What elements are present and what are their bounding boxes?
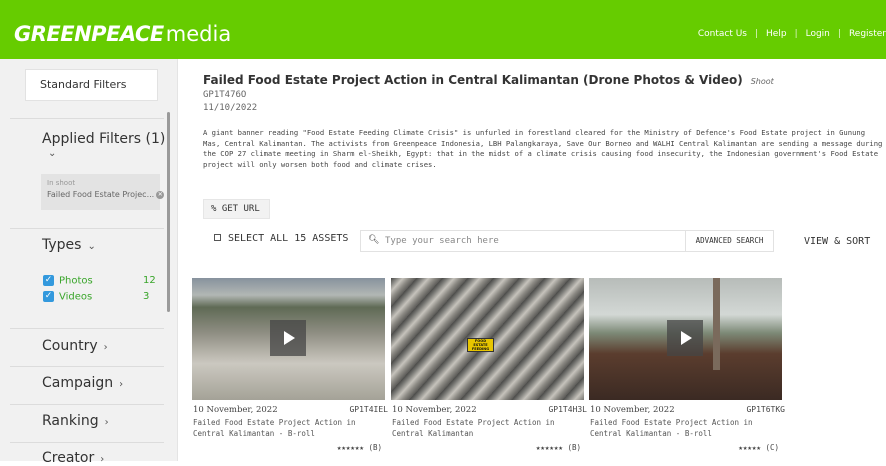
asset-rating: ★★★★★ (C) <box>738 443 779 452</box>
main-content: Failed Food Estate Project Action in Cen… <box>178 59 886 461</box>
country-filter[interactable]: Country › <box>42 338 108 354</box>
asset-thumbnail-video[interactable] <box>589 278 782 400</box>
asset-code: GP1T4H3L <box>548 405 587 414</box>
view-sort-button[interactable]: VIEW & SORT <box>804 236 870 247</box>
checkbox-checked-icon[interactable]: ✓ <box>43 291 54 302</box>
applied-filters-heading[interactable]: Applied Filters (1) <box>42 131 165 147</box>
asset-rating: ★★★★★★ (B) <box>535 443 581 452</box>
select-all-checkbox[interactable]: SELECT ALL 15 ASSETS <box>214 233 348 244</box>
chevron-down-icon[interactable]: ⌄ <box>48 148 56 159</box>
asset-date: 10 November, 2022 <box>392 405 477 415</box>
section-divider <box>10 404 164 405</box>
shoot-title: Failed Food Estate Project Action in Cen… <box>203 73 774 87</box>
sidebar-scrollbar[interactable] <box>167 112 170 312</box>
contact-us-link[interactable]: Contact Us <box>698 29 747 39</box>
asset-title[interactable]: Failed Food Estate Project Action in Cen… <box>193 417 383 439</box>
chip-value: Failed Food Estate Projec... ✕ <box>47 190 165 199</box>
chevron-right-icon: › <box>103 342 108 353</box>
asset-thumbnail-photo[interactable]: FOOD ESTATE FEEDING CLIMATE CRISIS <box>391 278 584 400</box>
section-divider <box>10 366 164 367</box>
filter-sidebar <box>0 59 178 461</box>
top-nav: Contact Us | Help | Login | Register <box>698 29 886 39</box>
checkbox-checked-icon[interactable]: ✓ <box>43 275 54 286</box>
filter-item-videos[interactable]: ✓ Videos 3 <box>43 291 149 303</box>
section-divider <box>10 328 164 329</box>
search-icon[interactable]: 🔍︎ <box>368 235 379 245</box>
get-url-button[interactable]: % GET URL <box>203 199 270 219</box>
top-bar: GREENPEACEmedia Contact Us | Help | Login | Re… <box>0 0 886 59</box>
nav-divider: | <box>794 29 798 39</box>
campaign-label: Campaign <box>42 375 114 391</box>
types-label: Types <box>42 237 82 253</box>
filter-item-label: Videos <box>59 291 93 303</box>
search-input[interactable] <box>385 233 665 249</box>
checkbox-icon[interactable] <box>214 234 221 241</box>
nav-divider: | <box>837 29 841 39</box>
creator-label: Creator <box>42 450 95 466</box>
link-icon: % <box>211 204 217 214</box>
chevron-down-icon: ⌄ <box>87 241 96 252</box>
asset-thumbnail-video[interactable] <box>192 278 385 400</box>
section-divider <box>10 442 164 443</box>
chip-value-text: Failed Food Estate Projec... <box>47 190 155 199</box>
get-url-label: GET URL <box>221 204 260 214</box>
greenpeace-media-logo[interactable]: GREENPEACEmedia <box>14 22 231 46</box>
chevron-right-icon: › <box>100 454 105 465</box>
logo-media: media <box>165 22 232 46</box>
asset-title[interactable]: Failed Food Estate Project Action in Cen… <box>590 417 780 439</box>
filter-item-count: 3 <box>143 291 149 302</box>
asset-rating: ★★★★★★ (B) <box>336 443 382 452</box>
shoot-date: 11/10/2022 <box>203 103 258 113</box>
asset-code: GP1T6TKG <box>746 405 785 414</box>
filter-item-label: Photos <box>59 275 93 287</box>
shoot-description: A giant banner reading "Food Estate Feed… <box>203 128 883 169</box>
remove-filter-icon[interactable]: ✕ <box>156 190 165 199</box>
shoot-code: GP1T476O <box>203 90 247 100</box>
types-heading[interactable]: Types ⌄ <box>42 237 96 253</box>
advanced-search-button[interactable]: ADVANCED SEARCH <box>685 231 773 251</box>
logo-brand: GREENPEACE <box>14 22 164 46</box>
shoot-tag: Shoot <box>750 77 774 86</box>
filter-item-photos[interactable]: ✓ Photos 12 <box>43 275 156 287</box>
register-link[interactable]: Register <box>849 29 886 39</box>
ranking-label: Ranking <box>42 413 99 429</box>
asset-title[interactable]: Failed Food Estate Project Action in Cen… <box>392 417 582 439</box>
tree-trunk <box>713 278 720 370</box>
search-bar: 🔍︎ ADVANCED SEARCH <box>360 230 774 252</box>
filter-item-count: 12 <box>143 275 156 286</box>
chevron-right-icon: › <box>104 417 109 428</box>
nav-divider: | <box>754 29 759 39</box>
asset-date: 10 November, 2022 <box>590 405 675 415</box>
section-divider <box>10 118 164 119</box>
asset-code: GP1T4IEL <box>349 405 388 414</box>
creator-filter[interactable]: Creator › <box>42 450 104 466</box>
select-all-label: SELECT ALL 15 ASSETS <box>228 233 349 244</box>
play-icon[interactable] <box>667 320 703 356</box>
chevron-right-icon: › <box>119 379 124 390</box>
help-link[interactable]: Help <box>766 29 787 39</box>
standard-filters-button[interactable]: Standard Filters <box>25 69 158 101</box>
protest-banner: FOOD ESTATE FEEDING CLIMATE CRISIS <box>467 338 494 352</box>
section-divider <box>10 228 164 229</box>
applied-filter-chip[interactable]: In shoot Failed Food Estate Projec... ✕ <box>41 174 165 210</box>
play-icon[interactable] <box>270 320 306 356</box>
login-link[interactable]: Login <box>806 29 830 39</box>
country-label: Country <box>42 338 98 354</box>
chip-label: In shoot <box>47 179 76 187</box>
shoot-title-text: Failed Food Estate Project Action in Cen… <box>203 73 743 87</box>
ranking-filter[interactable]: Ranking › <box>42 413 109 429</box>
campaign-filter[interactable]: Campaign › <box>42 375 123 391</box>
asset-date: 10 November, 2022 <box>193 405 278 415</box>
